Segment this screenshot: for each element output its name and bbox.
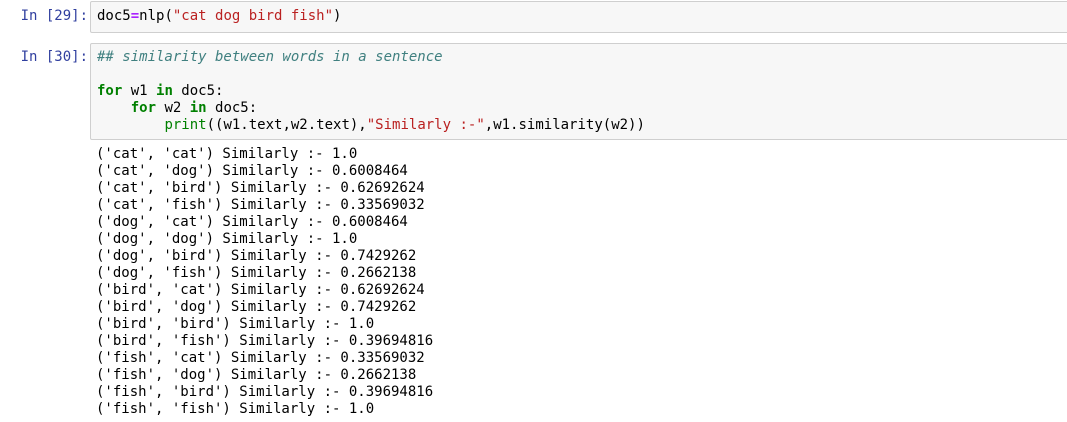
input-prompt: In [29]:	[20, 8, 88, 24]
output-line: ('bird', 'cat') Similarly :- 0.62692624	[96, 282, 425, 298]
output-line: ('dog', 'cat') Similarly :- 0.6008464	[96, 214, 408, 230]
iterable: doc5:	[206, 100, 258, 116]
output-line: ('bird', 'fish') Similarly :- 0.39694816	[96, 333, 434, 349]
output-line: ('bird', 'dog') Similarly :- 0.7429262	[96, 299, 417, 315]
variable-name: doc5	[97, 8, 131, 24]
loop-variable: w1	[122, 83, 157, 99]
output-line: ('fish', 'fish') Similarly :- 1.0	[96, 401, 375, 417]
iterable: doc5:	[172, 83, 224, 99]
output-line: ('fish', 'dog') Similarly :- 0.2662138	[96, 367, 417, 383]
keyword-in: in	[156, 83, 173, 99]
code-line: doc5=nlp("cat dog bird fish")	[97, 8, 341, 25]
keyword-for: for	[130, 100, 157, 116]
code-line-for-w2: for w2 in doc5:	[97, 100, 257, 117]
code-line-for-w1: for w1 in doc5:	[97, 83, 223, 100]
code-input-area[interactable]: doc5=nlp("cat dog bird fish")	[90, 1, 1067, 33]
assign-operator: =	[130, 8, 140, 24]
output-line: ('cat', 'bird') Similarly :- 0.62692624	[96, 180, 425, 196]
function-call: nlp(	[139, 8, 173, 24]
output-line: ('bird', 'bird') Similarly :- 1.0	[96, 316, 375, 332]
output-line: ('dog', 'bird') Similarly :- 0.7429262	[96, 248, 417, 264]
output-line: ('cat', 'cat') Similarly :- 1.0	[96, 146, 358, 162]
code-comment: ## similarity between words in a sentenc…	[97, 49, 443, 65]
output-line: ('cat', 'dog') Similarly :- 0.6008464	[96, 163, 408, 179]
close-paren: )	[333, 8, 342, 24]
code-input-area[interactable]: ## similarity between words in a sentenc…	[90, 43, 1067, 140]
output-line: ('dog', 'dog') Similarly :- 1.0	[96, 231, 358, 247]
output-line: ('fish', 'bird') Similarly :- 0.39694816	[96, 384, 434, 400]
loop-variable: w2	[156, 100, 190, 116]
print-args: ((w1.text,w2.text),	[206, 117, 367, 133]
keyword-in: in	[189, 100, 207, 116]
output-line: ('dog', 'fish') Similarly :- 0.2662138	[96, 265, 417, 281]
input-prompt: In [30]:	[20, 49, 88, 65]
string-literal: "Similarly :-"	[366, 117, 485, 133]
output-line: ('fish', 'cat') Similarly :- 0.33569032	[96, 350, 425, 366]
print-args-rest: ,w1.similarity(w2))	[484, 117, 645, 133]
builtin-print: print	[164, 117, 207, 133]
code-line-print: print((w1.text,w2.text),"Similarly :-",w…	[97, 117, 645, 134]
notebook-cell-29[interactable]: In [29]: doc5=nlp("cat dog bird fish")	[0, 0, 1067, 36]
output-line: ('cat', 'fish') Similarly :- 0.33569032	[96, 197, 425, 213]
string-literal: "cat dog bird fish"	[172, 8, 334, 24]
keyword-for: for	[97, 83, 123, 99]
